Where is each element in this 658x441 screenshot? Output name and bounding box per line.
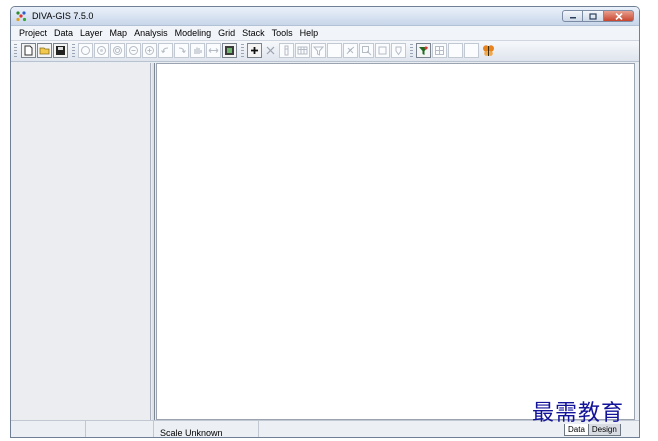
select-rectangle-icon [362, 46, 372, 56]
maximize-button[interactable] [583, 10, 604, 22]
legend-icon [419, 46, 428, 55]
minimize-icon [569, 17, 576, 19]
status-cell-1 [11, 421, 86, 437]
attribute-table-icon [297, 46, 308, 55]
menu-help[interactable]: Help [300, 28, 319, 38]
zoom-full-button[interactable] [110, 43, 125, 58]
add-layer-button[interactable] [247, 43, 262, 58]
blank-tool-2-button[interactable] [448, 43, 463, 58]
attribute-table-button[interactable] [295, 43, 310, 58]
identify-button[interactable] [279, 43, 294, 58]
app-window: DIVA-GIS 7.5.0 Project Data Layer Map An… [10, 6, 640, 438]
select-tool-button[interactable] [343, 43, 358, 58]
zoom-out-icon [97, 46, 106, 55]
close-icon [614, 12, 623, 20]
zoom-previous-button[interactable] [158, 43, 173, 58]
grid-button[interactable] [432, 43, 447, 58]
map-image-icon [225, 46, 234, 55]
panel-splitter[interactable] [152, 63, 155, 420]
menu-layer[interactable]: Layer [80, 28, 103, 38]
select-tool-icon [346, 46, 355, 55]
filter-button[interactable] [311, 43, 326, 58]
zoom-previous-icon [161, 47, 169, 54]
measure-icon [208, 48, 219, 53]
map-image-button[interactable] [222, 43, 237, 58]
zoom-layer-button[interactable] [126, 43, 141, 58]
filter-icon [313, 46, 324, 56]
clear-selection-button[interactable] [391, 43, 406, 58]
zoom-selection-icon [145, 46, 154, 55]
open-project-button[interactable] [37, 43, 52, 58]
zoom-in-button[interactable] [78, 43, 93, 58]
measure-button[interactable] [206, 43, 221, 58]
select-square-button[interactable] [375, 43, 390, 58]
maximize-icon [589, 12, 597, 20]
zoom-out-button[interactable] [94, 43, 109, 58]
toolbar-grip-2[interactable] [72, 44, 75, 58]
zoom-in-icon [81, 46, 90, 55]
remove-layer-icon [266, 46, 275, 55]
status-cell-3 [156, 421, 259, 437]
menu-map[interactable]: Map [110, 28, 128, 38]
watermark-text: 最需教育 [532, 401, 625, 426]
zoom-layer-icon [129, 46, 138, 55]
close-button[interactable] [604, 10, 634, 22]
window-title: DIVA-GIS 7.5.0 [32, 11, 94, 21]
menu-stack[interactable]: Stack [242, 28, 265, 38]
toolbar-grip-4[interactable] [410, 44, 413, 58]
menu-modeling[interactable]: Modeling [175, 28, 212, 38]
zoom-selection-button[interactable] [142, 43, 157, 58]
add-layer-icon [251, 47, 258, 54]
pan-button[interactable] [190, 43, 205, 58]
blank-tool-button[interactable] [327, 43, 342, 58]
menu-grid[interactable]: Grid [218, 28, 235, 38]
new-project-button[interactable] [21, 43, 36, 58]
butterfly-icon [483, 45, 494, 56]
remove-layer-button[interactable] [263, 43, 278, 58]
open-folder-icon [39, 47, 49, 55]
pan-hand-icon [194, 47, 202, 54]
select-rectangle-button[interactable] [359, 43, 374, 58]
menu-analysis[interactable]: Analysis [134, 28, 168, 38]
zoom-next-button[interactable] [174, 43, 189, 58]
zoom-full-icon [113, 46, 122, 55]
toolbar-grip-3[interactable] [241, 44, 244, 58]
grid-icon [435, 46, 444, 55]
toolbar-grip[interactable] [14, 44, 17, 58]
blank-tool-3-button[interactable] [464, 43, 479, 58]
save-project-button[interactable] [53, 43, 68, 58]
identify-icon [284, 45, 289, 56]
zoom-next-icon [178, 47, 186, 54]
diva-gis-logo-icon [16, 11, 27, 22]
toolbar [11, 40, 639, 62]
menu-bar: Project Data Layer Map Analysis Modeling… [11, 26, 639, 40]
title-bar: DIVA-GIS 7.5.0 [11, 7, 639, 26]
map-canvas[interactable] [156, 63, 635, 420]
select-square-icon [378, 46, 387, 55]
legend-button[interactable] [416, 43, 431, 58]
clear-selection-icon [395, 46, 402, 56]
status-cell-2 [86, 421, 154, 437]
minimize-button[interactable] [562, 10, 583, 22]
save-icon [56, 46, 65, 55]
layer-panel[interactable] [11, 63, 151, 420]
menu-project[interactable]: Project [19, 28, 47, 38]
butterfly-button[interactable] [481, 43, 496, 58]
menu-data[interactable]: Data [54, 28, 73, 38]
new-file-icon [24, 45, 33, 56]
menu-tools[interactable]: Tools [272, 28, 293, 38]
